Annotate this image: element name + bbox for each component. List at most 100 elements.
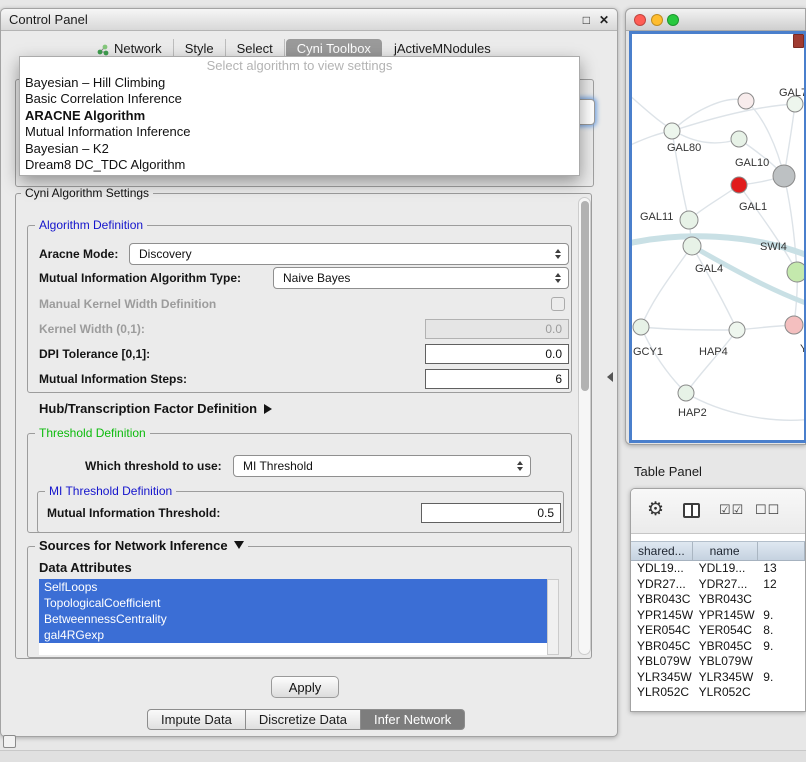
table-cell[interactable]: 9. [757, 639, 805, 655]
dropdown-item-aracne-algorithm[interactable]: ARACNE Algorithm [20, 108, 579, 125]
table-cell[interactable]: YBR043C [631, 592, 693, 608]
table-row[interactable]: YDR27...YDR27...12 [631, 577, 805, 593]
collapsed-panel-button[interactable] [3, 735, 16, 748]
attribute-item-topologicalcoefficient[interactable]: TopologicalCoefficient [39, 595, 547, 611]
network-window-titlebar[interactable] [626, 9, 805, 31]
network-node[interactable] [683, 237, 701, 255]
table-row[interactable]: YLR052CYLR052C [631, 685, 805, 701]
gear-icon[interactable]: ⚙ [647, 499, 664, 521]
control-panel-titlebar[interactable]: Control Panel □ ✕ [1, 9, 617, 31]
apply-button[interactable]: Apply [271, 676, 339, 698]
table-cell[interactable]: YBL079W [693, 654, 758, 670]
float-window-icon[interactable]: □ [583, 13, 590, 27]
table-cell[interactable]: YPR145W [631, 608, 693, 624]
attribute-item-gal4rgexp[interactable]: gal4RGexp [39, 627, 547, 643]
network-node[interactable] [787, 262, 804, 282]
minimize-traffic-light[interactable] [651, 14, 663, 26]
bottom-tab-infer-network[interactable]: Infer Network [361, 709, 465, 730]
table-cell[interactable]: YBR045C [631, 639, 693, 655]
attribute-item-selfloops[interactable]: SelfLoops [39, 579, 547, 595]
table-cell[interactable]: YDR27... [631, 577, 693, 593]
column-chooser-icon[interactable] [683, 503, 700, 518]
network-node[interactable] [633, 319, 649, 335]
dropdown-item-bayesian-k2[interactable]: Bayesian – K2 [20, 141, 579, 158]
zoom-traffic-light[interactable] [667, 14, 679, 26]
dpi-tolerance-field[interactable]: 0.0 [425, 344, 569, 364]
close-traffic-light[interactable] [634, 14, 646, 26]
network-node[interactable] [664, 123, 680, 139]
sources-section-toggle[interactable]: Sources for Network Inference [35, 539, 248, 553]
network-node[interactable] [678, 385, 694, 401]
column-header-shared[interactable]: shared... [631, 542, 693, 560]
table-cell[interactable]: YLR345W [693, 670, 758, 686]
table-row[interactable]: YPR145WYPR145W9. [631, 608, 805, 624]
table-cell[interactable] [757, 592, 805, 608]
dropdown-item-basic-correlation-inference[interactable]: Basic Correlation Inference [20, 91, 579, 108]
attribute-item-betweennesscentrality[interactable]: BetweennessCentrality [39, 611, 547, 627]
table-cell[interactable]: 12 [757, 577, 805, 593]
table-row[interactable]: YDL19...YDL19...13 [631, 561, 805, 577]
kernel-width-field[interactable]: 0.0 [425, 319, 569, 339]
mi-threshold-field[interactable]: 0.5 [421, 503, 561, 523]
table-cell[interactable]: 9. [757, 670, 805, 686]
dropdown-item-bayesian-hill-climbing[interactable]: Bayesian – Hill Climbing [20, 75, 579, 92]
attributes-list-scrollbar[interactable] [547, 579, 559, 655]
manual-kernel-width-checkbox[interactable] [551, 297, 565, 311]
table-cell[interactable]: YBR045C [693, 639, 758, 655]
table-cell[interactable]: YDL19... [631, 561, 693, 577]
table-cell[interactable]: 9. [757, 608, 805, 624]
table-cell[interactable] [757, 685, 805, 701]
table-row[interactable]: YBR045CYBR045C9. [631, 639, 805, 655]
network-edge[interactable] [686, 330, 737, 393]
table-cell[interactable]: 8. [757, 623, 805, 639]
deselect-all-checks-icon[interactable]: ☐☐ [755, 502, 780, 518]
network-node[interactable] [680, 211, 698, 229]
table-cell[interactable]: YLR345W [631, 670, 693, 686]
dropdown-item-dream8-dc-tdc-algorithm[interactable]: Dream8 DC_TDC Algorithm [20, 157, 579, 174]
data-attributes-list[interactable]: SelfLoopsTopologicalCoefficientBetweenne… [39, 579, 547, 655]
column-header-2[interactable] [758, 542, 806, 560]
network-node[interactable] [738, 93, 754, 109]
table-cell[interactable]: YER054C [693, 623, 758, 639]
table-cell[interactable]: YER054C [631, 623, 693, 639]
table-cell[interactable]: YDL19... [693, 561, 758, 577]
table-cell[interactable]: 13 [757, 561, 805, 577]
splitter-collapse-arrow[interactable] [607, 372, 613, 382]
table-cell[interactable]: YBL079W [631, 654, 693, 670]
network-canvas[interactable]: GAL80GAL7GAL10GAL11GAL1SWI4GAL4GCY1HAP4H… [629, 31, 806, 443]
hub-tf-section-toggle[interactable]: Hub/Transcription Factor Definition [39, 401, 272, 416]
aracne-mode-select[interactable]: Discovery [129, 243, 569, 265]
network-node[interactable] [731, 131, 747, 147]
dropdown-item-mutual-information-inference[interactable]: Mutual Information Inference [20, 124, 579, 141]
network-node[interactable] [785, 316, 803, 334]
table-cell[interactable]: YPR145W [693, 608, 758, 624]
table-row[interactable]: YER054CYER054C8. [631, 623, 805, 639]
bottom-tab-impute-data[interactable]: Impute Data [147, 709, 246, 730]
table-cell[interactable] [757, 654, 805, 670]
close-window-icon[interactable]: ✕ [599, 13, 609, 27]
network-edge[interactable] [784, 176, 797, 272]
network-node[interactable] [773, 165, 795, 187]
table-cell[interactable]: YLR052C [693, 685, 758, 701]
mi-algorithm-type-select[interactable]: Naive Bayes [273, 267, 569, 289]
select-all-checks-icon[interactable]: ☑☑ [719, 502, 744, 518]
network-edge[interactable] [641, 327, 686, 393]
network-edge[interactable] [672, 99, 746, 131]
table-row[interactable]: YBR043CYBR043C [631, 592, 805, 608]
table-cell[interactable]: YLR052C [631, 685, 693, 701]
bottom-tab-discretize-data[interactable]: Discretize Data [246, 709, 361, 730]
network-edge[interactable] [641, 246, 692, 327]
network-edge[interactable] [672, 104, 795, 131]
table-cell[interactable]: YBR043C [693, 592, 758, 608]
mi-steps-field[interactable]: 6 [425, 369, 569, 389]
column-header-name[interactable]: name [693, 542, 758, 560]
network-node[interactable] [729, 322, 745, 338]
table-row[interactable]: YLR345WYLR345W9. [631, 670, 805, 686]
scrollbar-thumb[interactable] [581, 201, 589, 391]
settings-scrollbar[interactable] [578, 197, 591, 655]
table-row[interactable]: YBL079WYBL079W [631, 654, 805, 670]
network-node[interactable] [731, 177, 747, 193]
network-edge[interactable] [641, 327, 737, 330]
table-cell[interactable]: YDR27... [693, 577, 758, 593]
which-threshold-select[interactable]: MI Threshold [233, 455, 531, 477]
